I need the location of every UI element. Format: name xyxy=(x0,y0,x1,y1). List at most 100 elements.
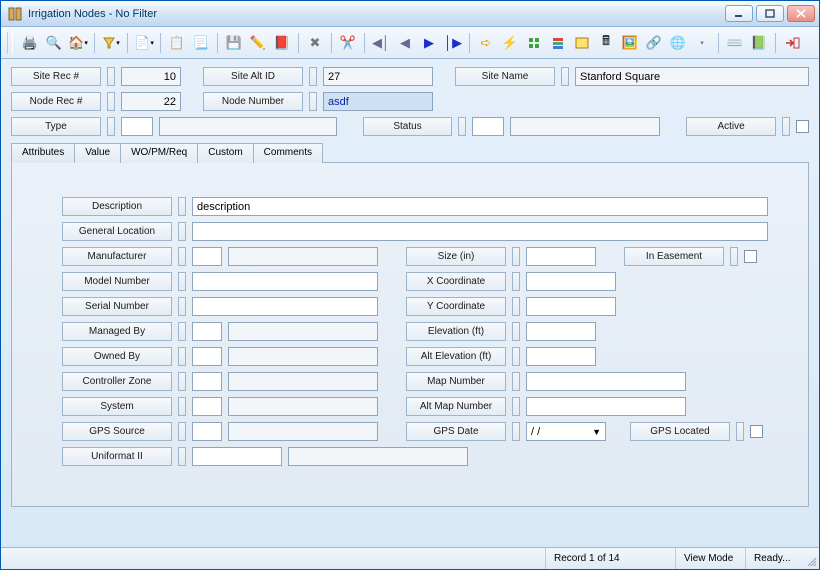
type-desc-field[interactable] xyxy=(159,117,337,136)
minimize-button[interactable] xyxy=(725,5,753,22)
notch[interactable] xyxy=(178,222,186,241)
x-coord-field[interactable] xyxy=(526,272,616,291)
notch[interactable] xyxy=(561,67,569,86)
system-code-field[interactable] xyxy=(192,397,222,416)
book2-icon[interactable]: 📗 xyxy=(748,32,770,54)
controller-zone-desc-field[interactable] xyxy=(228,372,378,391)
close-button[interactable] xyxy=(787,5,815,22)
serial-number-label: Serial Number xyxy=(62,297,172,316)
status-code-field[interactable] xyxy=(472,117,504,136)
gps-date-label: GPS Date xyxy=(406,422,506,441)
home-icon[interactable]: 🏠▾ xyxy=(67,32,89,54)
prev-icon[interactable]: ◀ xyxy=(394,32,416,54)
active-label: Active xyxy=(686,117,776,136)
site-rec-field[interactable]: 10 xyxy=(121,67,181,86)
window-icon[interactable] xyxy=(571,32,593,54)
y-coord-label: Y Coordinate xyxy=(406,297,506,316)
arrow-right-icon[interactable]: ➪ xyxy=(475,32,497,54)
globe-drop-icon[interactable]: ▾ xyxy=(691,32,713,54)
first-icon[interactable]: ◀│ xyxy=(370,32,392,54)
general-location-label: General Location xyxy=(62,222,172,241)
save-icon[interactable]: 💾 xyxy=(223,32,245,54)
manufacturer-desc-field[interactable] xyxy=(228,247,378,266)
description-field[interactable]: description xyxy=(192,197,768,216)
form2-icon[interactable]: 📃 xyxy=(190,32,212,54)
gps-located-checkbox[interactable] xyxy=(750,425,763,438)
keyboard-icon[interactable]: ⌨️ xyxy=(724,32,746,54)
chain-icon[interactable]: 🔗 xyxy=(643,32,665,54)
edit-icon[interactable]: ✏️ xyxy=(247,32,269,54)
site-name-field[interactable]: Stanford Square xyxy=(575,67,809,86)
status-mode: View Mode xyxy=(675,548,745,569)
notch[interactable] xyxy=(107,67,115,86)
bolt-icon[interactable]: ⚡ xyxy=(499,32,521,54)
status-desc-field[interactable] xyxy=(510,117,660,136)
book-icon[interactable]: 📕 xyxy=(271,32,293,54)
uniformat-code-field[interactable] xyxy=(192,447,282,466)
manufacturer-code-field[interactable] xyxy=(192,247,222,266)
active-checkbox[interactable] xyxy=(796,120,809,133)
notch[interactable] xyxy=(782,117,790,136)
gps-source-desc-field[interactable] xyxy=(228,422,378,441)
resize-grip-icon[interactable] xyxy=(801,548,819,569)
type-label: Type xyxy=(11,117,101,136)
tab-value[interactable]: Value xyxy=(74,143,121,163)
exit-icon[interactable] xyxy=(781,32,803,54)
type-code-field[interactable] xyxy=(121,117,153,136)
serial-number-field[interactable] xyxy=(192,297,378,316)
model-number-label: Model Number xyxy=(62,272,172,291)
size-field[interactable] xyxy=(526,247,596,266)
model-number-field[interactable] xyxy=(192,272,378,291)
pic-icon[interactable]: 🖼️ xyxy=(619,32,641,54)
globe-icon[interactable]: 🌐 xyxy=(667,32,689,54)
find-icon[interactable]: 🔍 xyxy=(43,32,65,54)
in-easement-checkbox[interactable] xyxy=(744,250,757,263)
alt-map-number-field[interactable] xyxy=(526,397,686,416)
tab-wopm[interactable]: WO/PM/Req xyxy=(120,143,198,163)
document-icon[interactable]: 📄▾ xyxy=(133,32,155,54)
managed-by-desc-field[interactable] xyxy=(228,322,378,341)
alt-elevation-field[interactable] xyxy=(526,347,596,366)
calc-icon[interactable]: 🖩 xyxy=(595,32,617,54)
titlebar: Irrigation Nodes - No Filter xyxy=(1,1,819,27)
uniformat-desc-field[interactable] xyxy=(288,447,468,466)
elevation-label: Elevation (ft) xyxy=(406,322,506,341)
general-location-field[interactable] xyxy=(192,222,768,241)
form-icon[interactable]: 📋 xyxy=(166,32,188,54)
notch[interactable] xyxy=(309,67,317,86)
tab-custom[interactable]: Custom xyxy=(197,143,253,163)
owned-by-code-field[interactable] xyxy=(192,347,222,366)
delete-icon[interactable]: ✖ xyxy=(304,32,326,54)
gps-source-code-field[interactable] xyxy=(192,422,222,441)
tree-icon[interactable] xyxy=(547,32,569,54)
tab-comments[interactable]: Comments xyxy=(253,143,323,163)
cut-icon[interactable]: ✂️ xyxy=(337,32,359,54)
elevation-field[interactable] xyxy=(526,322,596,341)
status-label: Status xyxy=(363,117,453,136)
notch[interactable] xyxy=(107,92,115,111)
notch[interactable] xyxy=(458,117,466,136)
notch[interactable] xyxy=(309,92,317,111)
y-coord-field[interactable] xyxy=(526,297,616,316)
notch[interactable] xyxy=(178,197,186,216)
funnel-icon[interactable]: ▾ xyxy=(100,32,122,54)
owned-by-desc-field[interactable] xyxy=(228,347,378,366)
in-easement-label: In Easement xyxy=(624,247,724,266)
maximize-button[interactable] xyxy=(756,5,784,22)
map-number-field[interactable] xyxy=(526,372,686,391)
grid-icon[interactable] xyxy=(523,32,545,54)
node-rec-field[interactable]: 22 xyxy=(121,92,181,111)
print-icon[interactable]: 🖨️ xyxy=(19,32,41,54)
node-number-field[interactable]: asdf xyxy=(323,92,433,111)
last-icon[interactable]: │▶ xyxy=(442,32,464,54)
site-rec-label: Site Rec # xyxy=(11,67,101,86)
dropdown-icon[interactable]: ▼ xyxy=(592,427,601,437)
notch[interactable] xyxy=(107,117,115,136)
system-desc-field[interactable] xyxy=(228,397,378,416)
managed-by-code-field[interactable] xyxy=(192,322,222,341)
controller-zone-code-field[interactable] xyxy=(192,372,222,391)
next-icon[interactable]: ▶ xyxy=(418,32,440,54)
tab-attributes[interactable]: Attributes xyxy=(11,143,75,163)
site-alt-id-field[interactable]: 27 xyxy=(323,67,433,86)
gps-date-field[interactable]: / / ▼ xyxy=(526,422,606,441)
